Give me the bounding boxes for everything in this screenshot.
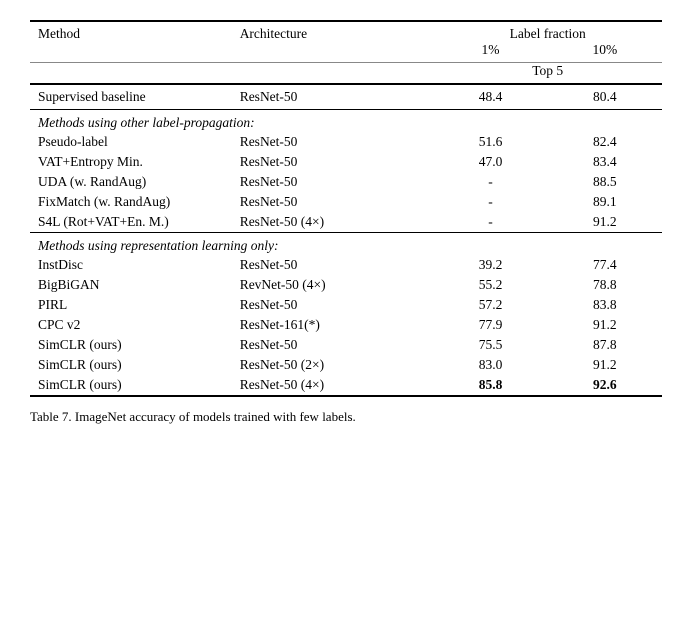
arch-cell: ResNet-50 — [232, 295, 434, 315]
method-cell: InstDisc — [30, 255, 232, 275]
pct1-cell: - — [433, 192, 547, 212]
pct10-cell: 92.6 — [548, 375, 662, 396]
arch-cell: ResNet-50 — [232, 152, 434, 172]
method-cell: S4L (Rot+VAT+En. M.) — [30, 212, 232, 233]
arch-cell: ResNet-50 — [232, 192, 434, 212]
architecture-header: Architecture — [232, 21, 434, 42]
pct1-cell: 75.5 — [433, 335, 547, 355]
results-table: Method Architecture Label fraction 1% 10… — [30, 20, 662, 397]
arch-cell: ResNet-50 — [232, 132, 434, 152]
section-header: Methods using other label-propagation: — [30, 110, 662, 133]
pct10-cell: 91.2 — [548, 315, 662, 335]
pct1-cell: 47.0 — [433, 152, 547, 172]
method-cell: CPC v2 — [30, 315, 232, 335]
arch-cell: ResNet-50 (4×) — [232, 375, 434, 396]
arch-subheader — [232, 42, 434, 63]
pct1-cell: 48.4 — [433, 84, 547, 110]
method-cell: UDA (w. RandAug) — [30, 172, 232, 192]
pct10-cell: 91.2 — [548, 355, 662, 375]
method-cell: PIRL — [30, 295, 232, 315]
pct1-cell: 55.2 — [433, 275, 547, 295]
arch-cell: ResNet-50 (2×) — [232, 355, 434, 375]
pct1-cell: 57.2 — [433, 295, 547, 315]
table-caption: Table 7. ImageNet accuracy of models tra… — [30, 409, 662, 425]
table-container: Method Architecture Label fraction 1% 10… — [30, 20, 662, 425]
pct1-cell: - — [433, 172, 547, 192]
pct10-cell: 83.8 — [548, 295, 662, 315]
method-subheader — [30, 42, 232, 63]
pct1-header: 1% — [433, 42, 547, 63]
method-cell: SimCLR (ours) — [30, 375, 232, 396]
method-cell: FixMatch (w. RandAug) — [30, 192, 232, 212]
pct10-cell: 82.4 — [548, 132, 662, 152]
pct10-cell: 88.5 — [548, 172, 662, 192]
pct10-cell: 87.8 — [548, 335, 662, 355]
pct10-cell: 78.8 — [548, 275, 662, 295]
method-cell: Pseudo-label — [30, 132, 232, 152]
arch-cell: ResNet-161(*) — [232, 315, 434, 335]
arch-cell: ResNet-50 (4×) — [232, 212, 434, 233]
pct10-cell: 80.4 — [548, 84, 662, 110]
pct1-cell: 85.8 — [433, 375, 547, 396]
arch-cell: ResNet-50 — [232, 255, 434, 275]
pct10-cell: 77.4 — [548, 255, 662, 275]
pct1-cell: 83.0 — [433, 355, 547, 375]
pct10-cell: 83.4 — [548, 152, 662, 172]
method-cell: SimCLR (ours) — [30, 335, 232, 355]
pct1-cell: - — [433, 212, 547, 233]
arch-cell: ResNet-50 — [232, 335, 434, 355]
label-fraction-header: Label fraction — [433, 21, 662, 42]
pct10-header: 10% — [548, 42, 662, 63]
method-header: Method — [30, 21, 232, 42]
pct1-cell: 39.2 — [433, 255, 547, 275]
method-cell: Supervised baseline — [30, 84, 232, 110]
arch-cell: RevNet-50 (4×) — [232, 275, 434, 295]
pct1-cell: 77.9 — [433, 315, 547, 335]
method-cell: VAT+Entropy Min. — [30, 152, 232, 172]
pct10-cell: 89.1 — [548, 192, 662, 212]
arch-cell: ResNet-50 — [232, 172, 434, 192]
pct1-cell: 51.6 — [433, 132, 547, 152]
arch-cell: ResNet-50 — [232, 84, 434, 110]
method-cell: BigBiGAN — [30, 275, 232, 295]
method-cell: SimCLR (ours) — [30, 355, 232, 375]
pct10-cell: 91.2 — [548, 212, 662, 233]
top5-label: Top 5 — [433, 63, 662, 85]
section-header: Methods using representation learning on… — [30, 233, 662, 256]
